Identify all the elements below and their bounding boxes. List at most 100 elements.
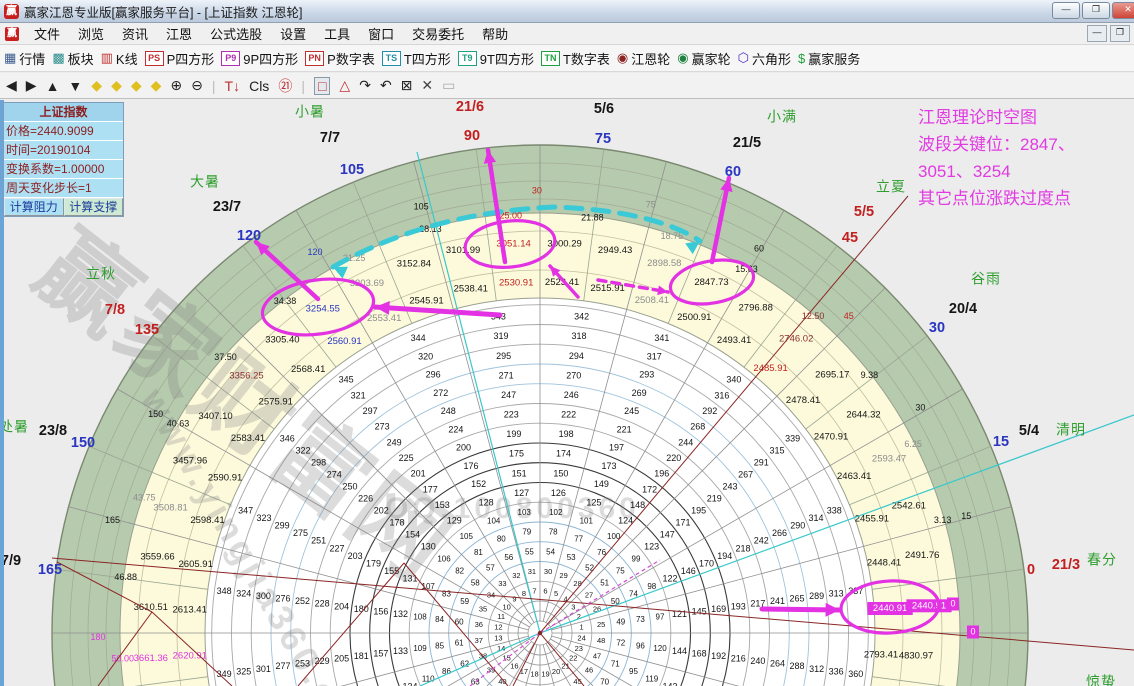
svg-text:4830.97: 4830.97 [899, 651, 933, 662]
svg-text:77: 77 [574, 535, 583, 544]
nav-right-icon[interactable]: ▶ [26, 77, 37, 94]
svg-text:276: 276 [275, 594, 290, 604]
svg-text:0: 0 [1027, 562, 1035, 578]
toolbar-button-9T四方形[interactable]: T99T四方形 [458, 49, 534, 68]
svg-text:5: 5 [554, 589, 558, 598]
svg-text:13: 13 [494, 633, 502, 642]
nav-up-icon[interactable]: ▲ [46, 78, 60, 94]
menu-item-交易委托[interactable]: 交易委托 [403, 22, 473, 45]
mdi-window-button[interactable]: ❐ [1110, 25, 1130, 42]
t-down-icon[interactable]: T↓ [225, 78, 241, 94]
nav-down-icon[interactable]: ▼ [68, 78, 82, 94]
toolbar-button-T四方形[interactable]: TST四方形 [382, 49, 451, 68]
svg-text:5/6: 5/6 [594, 101, 614, 117]
calendar-icon[interactable]: ㉑ [278, 76, 292, 96]
svg-text:60: 60 [754, 243, 764, 253]
gann-wheel-canvas[interactable]: 赢家财富网www.yingjia360.comQQ:10080036012345… [0, 0, 1134, 686]
toolbar-button-P数字表[interactable]: PNP数字表 [305, 49, 375, 68]
diamond-left-icon[interactable]: ◆ [91, 77, 102, 94]
svg-text:126: 126 [551, 488, 566, 498]
annotation-line: 其它点位涨跌过度点 [918, 185, 1133, 212]
svg-text:大暑: 大暑 [190, 174, 220, 190]
svg-text:21/3: 21/3 [1052, 557, 1080, 573]
svg-text:3305.40: 3305.40 [265, 335, 299, 346]
arc-ccw-icon[interactable]: ↶ [380, 77, 392, 94]
svg-text:298: 298 [311, 458, 326, 468]
svg-text:103: 103 [518, 508, 532, 517]
svg-text:2440.91: 2440.91 [873, 603, 907, 614]
menu-item-文件[interactable]: 文件 [25, 22, 69, 45]
svg-text:立秋: 立秋 [86, 266, 116, 282]
titlebar[interactable]: 赢 赢家江恩专业版[赢家服务平台] - [上证指数 江恩轮] — ❐ ✕ [0, 0, 1134, 23]
svg-text:29: 29 [559, 571, 567, 580]
diamond-right-icon[interactable]: ◆ [111, 77, 122, 94]
maximize-button[interactable]: ❐ [1082, 2, 1110, 19]
svg-text:19: 19 [541, 670, 549, 679]
svg-text:341: 341 [654, 333, 669, 343]
mdi-window-button[interactable]: — [1087, 25, 1107, 42]
svg-text:3508.81: 3508.81 [153, 502, 187, 513]
toolbar-button-9P四方形[interactable]: P99P四方形 [221, 49, 298, 68]
toolbar-button-T数字表[interactable]: TNT数字表 [541, 49, 610, 68]
menu-item-设置[interactable]: 设置 [271, 22, 315, 45]
svg-text:59: 59 [460, 597, 469, 606]
diamond-up-icon[interactable]: ◆ [131, 77, 142, 94]
app-window: 赢家财富网www.yingjia360.comQQ:10080036012345… [0, 0, 1134, 686]
calc-support-button[interactable]: 计算支撑 [64, 198, 124, 216]
svg-text:127: 127 [514, 488, 529, 498]
menu-item-工具[interactable]: 工具 [315, 22, 359, 45]
boxed-x-icon[interactable]: ⊠ [401, 77, 413, 94]
svg-text:312: 312 [809, 664, 824, 674]
svg-text:立夏: 立夏 [876, 179, 906, 195]
svg-text:193: 193 [731, 601, 746, 611]
toolbar-button-六角形[interactable]: ⬡六角形 [738, 49, 791, 68]
svg-text:297: 297 [363, 406, 378, 416]
diamond-down-icon[interactable]: ◆ [151, 77, 162, 94]
triangle-tool-icon[interactable]: △ [339, 77, 350, 94]
menu-item-窗口[interactable]: 窗口 [359, 22, 403, 45]
calc-resistance-button[interactable]: 计算阻力 [4, 198, 64, 216]
toolbar-button-行情[interactable]: ▦行情 [4, 49, 45, 68]
svg-text:219: 219 [707, 494, 722, 504]
svg-text:2538.41: 2538.41 [454, 283, 488, 294]
zoom-in-icon[interactable]: ⊕ [170, 77, 182, 94]
toolbar-button-K线[interactable]: ▥K线 [101, 49, 138, 68]
toolbar-button-P四方形[interactable]: PSP四方形 [145, 49, 215, 68]
svg-text:23/8: 23/8 [39, 423, 67, 439]
svg-text:3.13: 3.13 [934, 515, 952, 525]
toolbar-button-江恩轮[interactable]: ◉江恩轮 [617, 49, 670, 68]
minimize-button[interactable]: — [1052, 2, 1080, 19]
svg-text:37.50: 37.50 [214, 352, 237, 362]
toolbar-button-赢家服务[interactable]: $赢家服务 [798, 49, 860, 68]
svg-text:18: 18 [530, 670, 538, 679]
svg-text:35: 35 [479, 604, 487, 613]
svg-text:221: 221 [617, 424, 632, 434]
blocks-icon: ▩ [52, 50, 64, 66]
svg-text:171: 171 [675, 518, 690, 528]
menu-item-浏览[interactable]: 浏览 [69, 22, 113, 45]
cls-button[interactable]: Cls [249, 78, 269, 94]
menu-item-资讯[interactable]: 资讯 [113, 22, 157, 45]
svg-text:53: 53 [567, 553, 576, 562]
menu-item-帮助[interactable]: 帮助 [473, 22, 517, 45]
nav-left-icon[interactable]: ◀ [6, 77, 17, 94]
rect-tool-icon[interactable]: □ [314, 77, 330, 95]
svg-text:2593.47: 2593.47 [872, 454, 906, 465]
toolbar-button-赢家轮[interactable]: ◉赢家轮 [677, 49, 730, 68]
svg-text:132: 132 [393, 609, 408, 619]
svg-text:218: 218 [735, 543, 750, 553]
toolbar-button-板块[interactable]: ▩板块 [52, 49, 93, 68]
shape-disabled-icon[interactable]: ▭ [442, 77, 455, 94]
close-button[interactable]: ✕ [1112, 2, 1134, 19]
menu-item-公式选股[interactable]: 公式选股 [201, 22, 271, 45]
menu-item-江恩[interactable]: 江恩 [157, 22, 201, 45]
svg-text:2491.76: 2491.76 [905, 550, 939, 561]
zoom-out-icon[interactable]: ⊖ [191, 77, 203, 94]
svg-text:226: 226 [358, 494, 373, 504]
svg-text:177: 177 [423, 484, 438, 494]
arc-cw-icon[interactable]: ↷ [359, 77, 371, 94]
svg-text:99: 99 [632, 554, 641, 563]
svg-text:30: 30 [532, 185, 542, 195]
svg-text:194: 194 [717, 551, 732, 561]
crop-icon[interactable]: ✕ [421, 77, 433, 94]
